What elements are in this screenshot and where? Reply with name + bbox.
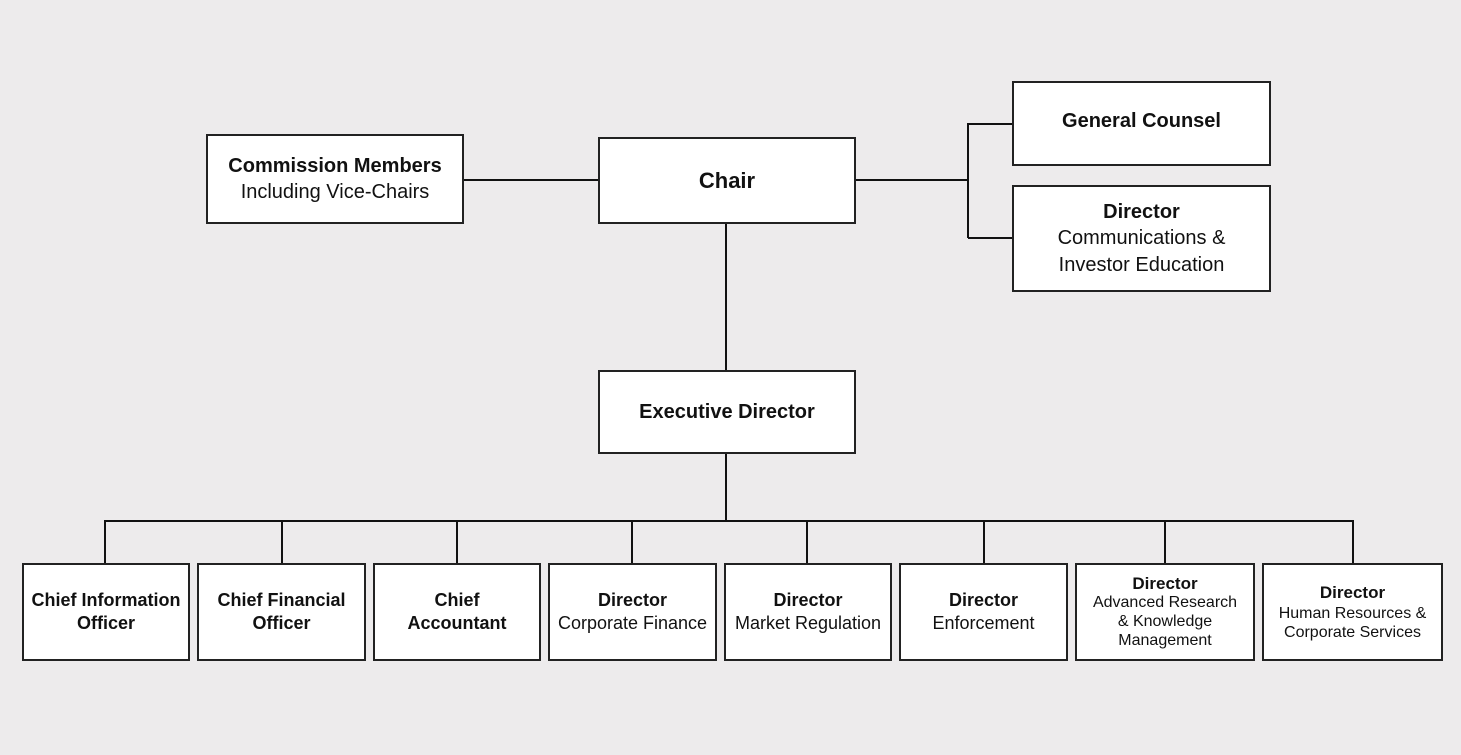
communications-box: Director Communications & Investor Educa… (1012, 185, 1271, 292)
chair-title: Chair (698, 167, 756, 193)
report-box-chief-accountant: Chief Accountant (373, 563, 541, 661)
general-counsel-box: General Counsel (1012, 81, 1271, 166)
report-subtitle: & Knowledge (1117, 613, 1213, 630)
report-title: Accountant (407, 613, 507, 633)
report-subtitle: Corporate Services (1284, 623, 1421, 641)
report-subtitle: Management (1118, 632, 1212, 649)
report-subtitle: Advanced Research (1092, 594, 1238, 611)
report-box-enforcement: Director Enforcement (899, 563, 1068, 661)
report-subtitle: Corporate Finance (557, 613, 708, 633)
report-box-advanced-research: Director Advanced Research & Knowledge M… (1075, 563, 1255, 661)
report-box-corporate-finance: Director Corporate Finance (548, 563, 717, 661)
report-box-cio: Chief Information Officer (22, 563, 190, 661)
report-title: Director (773, 590, 843, 610)
communications-title: Director (1103, 200, 1180, 223)
report-subtitle: Human Resources & (1278, 604, 1427, 622)
report-title: Director (597, 590, 668, 610)
report-title: Director (1132, 574, 1198, 593)
report-box-human-resources: Director Human Resources & Corporate Ser… (1262, 563, 1443, 661)
chair-box: Chair (598, 137, 856, 224)
report-subtitle: Enforcement (932, 613, 1035, 633)
report-title: Officer (252, 613, 311, 633)
report-box-cfo: Chief Financial Officer (197, 563, 366, 661)
commission-members-box: Commission Members Including Vice-Chairs (206, 134, 464, 224)
executive-director-title: Executive Director (639, 401, 815, 423)
report-subtitle: Market Regulation (734, 613, 882, 633)
executive-director-box: Executive Director (598, 370, 856, 454)
report-box-market-regulation: Director Market Regulation (724, 563, 892, 661)
report-title: Chief Information (31, 590, 181, 610)
report-title: Chief (434, 590, 480, 610)
communications-subtitle-2: Investor Education (1058, 253, 1225, 276)
report-title: Chief Financial (217, 590, 346, 610)
communications-subtitle-1: Communications & (1057, 226, 1226, 249)
commission-members-subtitle: Including Vice-Chairs (240, 180, 430, 203)
general-counsel-title: General Counsel (1062, 109, 1221, 132)
report-title: Director (948, 590, 1019, 610)
commission-members-title: Commission Members (228, 154, 442, 177)
report-title: Director (1319, 582, 1386, 602)
report-title: Officer (76, 613, 136, 633)
